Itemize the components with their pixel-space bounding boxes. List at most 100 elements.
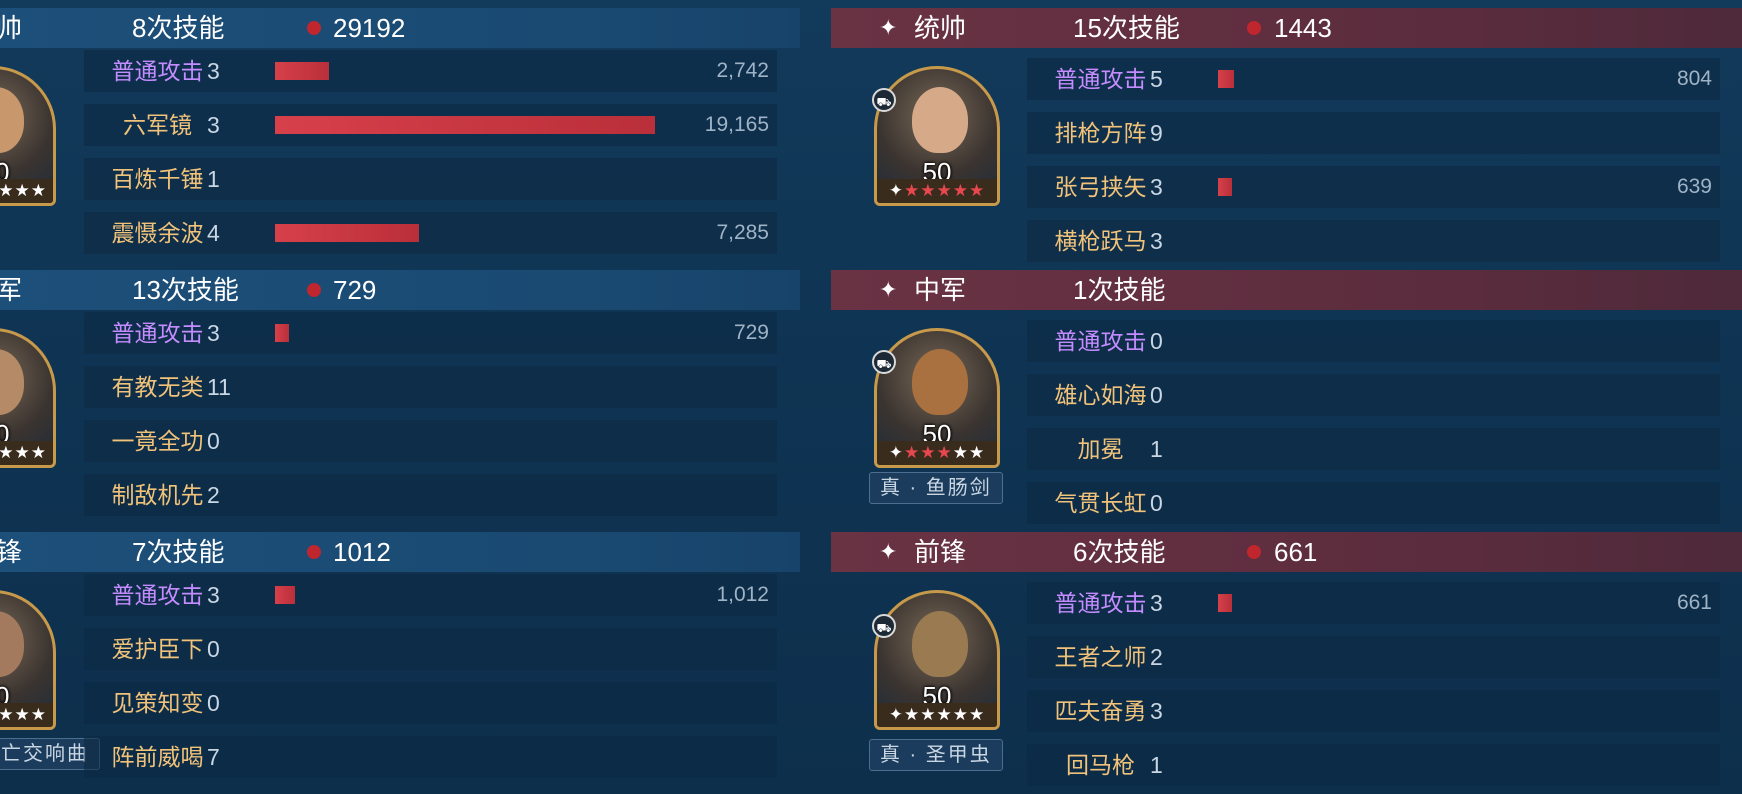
skill-name: 见策知变: [111, 690, 204, 716]
star-rating: ✦★★★★★: [877, 179, 997, 203]
team-header: 帅 8次技能 29192: [0, 8, 800, 48]
sparkle-icon: ✦: [879, 277, 898, 302]
position-label: 前锋: [914, 537, 967, 567]
skill-name: 普通攻击: [111, 58, 204, 84]
damage-bar: [275, 62, 329, 80]
general-face: [912, 87, 968, 153]
team-section: 军 13次技能 729 0 ★★★ 普通攻击 3 729 有教无类 11 一竟全…: [0, 270, 800, 532]
team-section: 锋 7次技能 1012 0 ★★★ 亡交响曲 普通攻击 3 1,012 爱护臣下…: [0, 532, 800, 794]
star-rating: ★★★: [0, 179, 53, 203]
damage-value: 19,165: [704, 113, 769, 136]
general-face: [0, 611, 24, 677]
skill-count: 0: [207, 690, 220, 716]
weapon-tag[interactable]: 真 · 鱼肠剑: [869, 472, 1003, 504]
damage-dot-icon: [1247, 21, 1261, 35]
weapon-tag[interactable]: 真 · 圣甲虫: [869, 739, 1003, 771]
skill-name: 阵前威喝: [111, 744, 204, 770]
skill-count: 1次技能: [1073, 275, 1166, 305]
damage-value: 729: [733, 321, 769, 344]
damage-bar: [275, 224, 419, 242]
skill-count: 2: [207, 482, 220, 508]
sparkle-icon: ✦: [879, 15, 898, 40]
tank-unit-icon: ⛟: [872, 614, 896, 638]
damage-value: 2,742: [716, 59, 769, 82]
damage-dot-icon: [307, 545, 321, 559]
star-rating: ★★★: [0, 703, 53, 727]
skill-name: 普通攻击: [111, 320, 204, 346]
general-portrait[interactable]: 0 ★★★: [0, 590, 56, 730]
general-portrait[interactable]: 50 ✦★★★★★: [874, 328, 1000, 468]
position-label: 锋: [0, 537, 23, 567]
total-damage: 1012: [333, 537, 391, 567]
skill-count: 0: [207, 428, 220, 454]
general-face: [0, 87, 24, 153]
skill-count: 11: [207, 374, 231, 400]
skill-count: 4: [207, 220, 220, 246]
damage-bar: [275, 324, 289, 342]
position-label: 帅: [0, 13, 23, 43]
team-header: ✦ 中军 1次技能: [831, 270, 1742, 310]
skill-name: 一竟全功: [111, 428, 204, 454]
damage-dot-icon: [307, 283, 321, 297]
skill-row: 六军镜 3 19,165: [84, 102, 777, 148]
skill-name: 有教无类: [111, 374, 204, 400]
tank-unit-icon: ⛟: [872, 88, 896, 112]
total-damage: 729: [333, 275, 377, 305]
team-header: 军 13次技能 729: [0, 270, 800, 310]
skill-count: 3: [207, 112, 220, 138]
general-portrait[interactable]: 0 ★★★: [0, 328, 56, 468]
skill-name: 震慑余波: [111, 220, 204, 246]
skill-count: 6次技能: [1073, 537, 1166, 567]
skill-count: 15次技能: [1073, 13, 1180, 43]
damage-value: 7,285: [716, 221, 769, 244]
general-face: [0, 349, 24, 415]
skill-row: 百炼千锤 1: [84, 156, 777, 202]
general-portrait[interactable]: 50 ✦★★★★★: [874, 66, 1000, 206]
position-label: 中军: [914, 275, 967, 305]
skill-name: 爱护臣下: [111, 636, 204, 662]
total-damage: 1443: [1274, 13, 1332, 43]
tank-unit-icon: ⛟: [872, 350, 896, 374]
skill-count: 7: [207, 744, 220, 770]
skill-row: 一竟全功 0: [84, 418, 777, 464]
position-label: 军: [0, 275, 23, 305]
star-rating: ★★★: [0, 441, 53, 465]
skill-count: 7次技能: [132, 537, 225, 567]
general-portrait[interactable]: 0 ★★★: [0, 66, 56, 206]
skill-row: 普通攻击 3 1,012: [84, 572, 777, 618]
sparkle-icon: ✦: [879, 539, 898, 564]
skill-count: 3: [207, 58, 220, 84]
skill-name: 制敌机先: [111, 482, 204, 508]
total-damage: 661: [1274, 537, 1318, 567]
skill-row: 见策知变 0: [84, 680, 777, 726]
skill-count: 8次技能: [132, 13, 225, 43]
star-rating: ✦★★★★★: [877, 441, 997, 465]
damage-bar: [275, 586, 295, 604]
skill-row: 有教无类 11: [84, 364, 777, 410]
skill-row: 普通攻击 3 2,742: [84, 48, 777, 94]
skill-row: 制敌机先 2: [84, 472, 777, 518]
damage-value: 1,012: [716, 583, 769, 606]
skill-row: 震慑余波 4 7,285: [84, 210, 777, 256]
skill-row: 爱护臣下 0: [84, 626, 777, 672]
damage-dot-icon: [307, 21, 321, 35]
skill-row: 阵前威喝 7: [84, 734, 777, 780]
team-header: ✦ 前锋 6次技能 661: [831, 532, 1742, 572]
star-rating: ✦★★★★★: [877, 703, 997, 727]
team-section: 帅 8次技能 29192 0 ★★★ 普通攻击 3 2,742 六军镜 3 19…: [0, 8, 800, 270]
team-header: ✦ 统帅 15次技能 1443: [831, 8, 1742, 48]
skill-name: 六军镜: [123, 112, 192, 138]
team-header: 锋 7次技能 1012: [0, 532, 800, 572]
total-damage: 29192: [333, 13, 406, 43]
skill-name: 普通攻击: [111, 582, 204, 608]
general-face: [912, 611, 968, 677]
skill-count: 0: [207, 636, 220, 662]
damage-bar: [275, 116, 655, 134]
skill-count: 1: [207, 166, 220, 192]
general-portrait[interactable]: 50 ✦★★★★★: [874, 590, 1000, 730]
position-label: 统帅: [914, 13, 967, 43]
skill-row: 普通攻击 3 729: [84, 310, 777, 356]
damage-dot-icon: [1247, 545, 1261, 559]
general-face: [912, 349, 968, 415]
skill-name: 百炼千锤: [111, 166, 204, 192]
